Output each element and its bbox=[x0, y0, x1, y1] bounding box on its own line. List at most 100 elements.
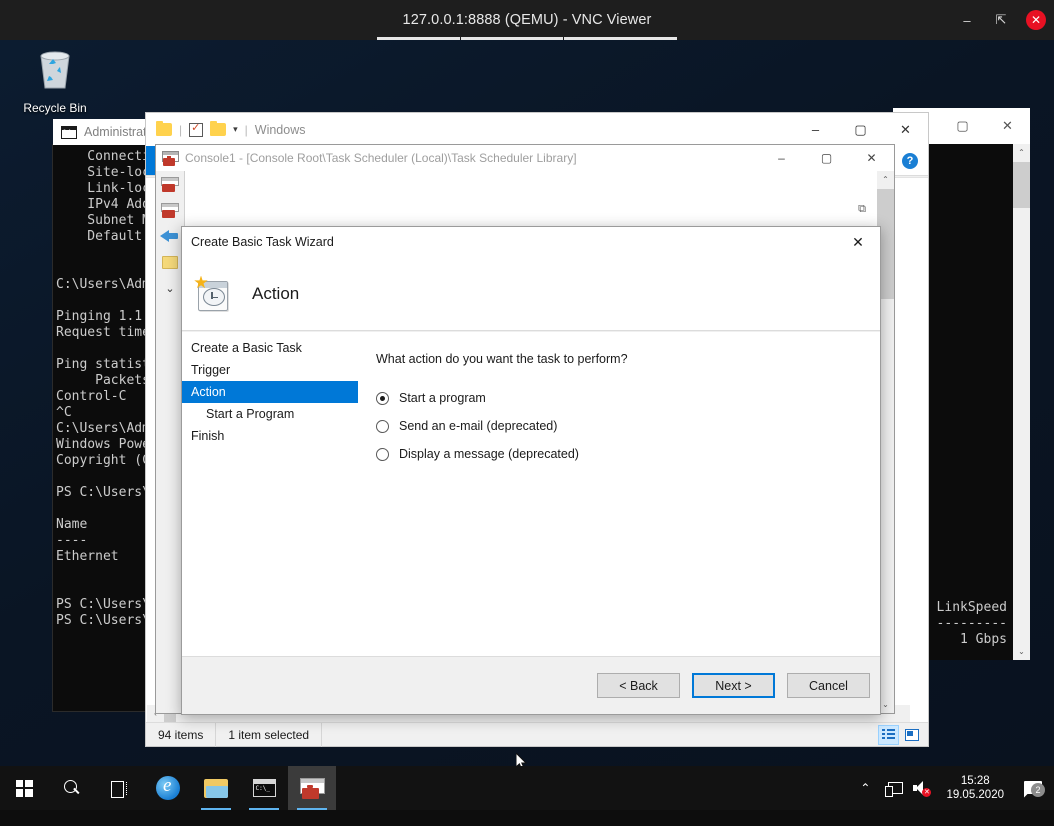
scroll-down-icon[interactable]: ⌄ bbox=[1013, 643, 1030, 660]
wizard-title: Create Basic Task Wizard bbox=[191, 235, 334, 249]
vnc-window-title: 127.0.0.1:8888 (QEMU) - VNC Viewer bbox=[402, 12, 652, 28]
running-indicator bbox=[297, 808, 327, 810]
taskbar-internet-explorer[interactable] bbox=[144, 766, 192, 810]
vnc-minimize-button[interactable]: – bbox=[958, 13, 976, 28]
wizard-step-create-a-basic-task[interactable]: Create a Basic Task bbox=[182, 337, 358, 359]
mmc-console-icon bbox=[299, 777, 325, 799]
new-folder-icon[interactable] bbox=[210, 121, 227, 136]
recycle-bin-label: Recycle Bin bbox=[23, 101, 87, 115]
task-view-icon bbox=[111, 780, 129, 798]
back-button[interactable]: < Back bbox=[597, 673, 680, 698]
taskbar-file-explorer[interactable] bbox=[192, 766, 240, 810]
explorer-close-button[interactable]: ✕ bbox=[883, 113, 928, 146]
vnc-restore-button[interactable]: ⇱ bbox=[992, 12, 1010, 28]
clock[interactable]: 15:28 19.05.2020 bbox=[936, 774, 1014, 802]
screen: 127.0.0.1:8888 (QEMU) - VNC Viewer – ⇱ ✕… bbox=[0, 0, 1054, 826]
status-selection: 1 item selected bbox=[215, 722, 321, 747]
desktop: Recycle Bin Administrator: Connectio Sit… bbox=[0, 40, 1054, 766]
powershell-close-button[interactable]: ✕ bbox=[985, 108, 1030, 144]
wizard-step-action[interactable]: Action bbox=[182, 381, 358, 403]
mmc-window-controls: – ▢ ✕ bbox=[759, 145, 894, 171]
wizard-close-button[interactable]: ✕ bbox=[836, 227, 880, 257]
search-icon bbox=[63, 779, 81, 797]
properties-icon[interactable] bbox=[189, 121, 204, 137]
network-icon bbox=[885, 781, 904, 797]
powershell-scrollbar[interactable]: ⌃ ⌄ bbox=[1013, 144, 1030, 660]
speaker-muted-icon: ✕ bbox=[913, 781, 932, 797]
radio-button-icon[interactable] bbox=[376, 447, 389, 461]
running-indicator bbox=[201, 808, 231, 810]
mmc-toolbar-folder-button[interactable] bbox=[156, 249, 184, 275]
show-hidden-icons-button[interactable]: ⌃ bbox=[852, 766, 878, 810]
scrollbar-thumb[interactable] bbox=[1013, 162, 1030, 208]
quick-access-chevron-down-icon[interactable]: ▾ bbox=[233, 124, 238, 135]
taskbar-mmc-console[interactable] bbox=[288, 766, 336, 810]
recycle-bin-icon bbox=[40, 51, 70, 89]
wizard-body: Create a Basic Task Trigger Action Start… bbox=[182, 332, 880, 656]
wizard-step-list: Create a Basic Task Trigger Action Start… bbox=[182, 332, 359, 656]
taskbar: ⌃ ✕ 15:28 19.05.2020 2 bbox=[0, 766, 1054, 810]
radio-button-icon[interactable] bbox=[376, 391, 389, 405]
wizard-footer: < Back Next > Cancel bbox=[182, 656, 880, 714]
action-center-icon: 2 bbox=[1024, 780, 1045, 797]
radio-option-start-a-program[interactable]: Start a program bbox=[376, 391, 880, 405]
wizard-step-trigger[interactable]: Trigger bbox=[182, 359, 358, 381]
next-button[interactable]: Next > bbox=[692, 673, 775, 698]
radio-option-display-a-message[interactable]: Display a message (deprecated) bbox=[376, 447, 880, 461]
explorer-titlebar: | ▾ | Windows – ▢ ✕ bbox=[146, 113, 928, 146]
mmc-maximize-button[interactable]: ▢ bbox=[804, 145, 849, 171]
large-icons-view-icon bbox=[904, 728, 919, 741]
view-mode-buttons bbox=[878, 724, 928, 745]
large-icons-view-button[interactable] bbox=[901, 725, 922, 745]
windows-logo-icon bbox=[15, 779, 33, 797]
chevron-up-icon: ⌃ bbox=[860, 781, 871, 795]
scroll-up-icon[interactable]: ⌃ bbox=[877, 171, 894, 188]
system-tray: ⌃ ✕ 15:28 19.05.2020 2 bbox=[852, 766, 1054, 810]
vnc-close-button[interactable]: ✕ bbox=[1026, 10, 1046, 30]
task-view-button[interactable] bbox=[96, 766, 144, 810]
running-indicator bbox=[249, 808, 279, 810]
volume-button[interactable]: ✕ bbox=[908, 766, 934, 810]
wizard-question: What action do you want the task to perf… bbox=[376, 352, 628, 366]
network-status-button[interactable] bbox=[880, 766, 906, 810]
mmc-toolbar-open-button[interactable] bbox=[156, 197, 184, 223]
search-button[interactable] bbox=[48, 766, 96, 810]
notification-count-badge: 2 bbox=[1031, 782, 1045, 797]
details-view-button[interactable] bbox=[878, 724, 899, 745]
mmc-toolbar: ⌄ bbox=[156, 171, 184, 713]
toolbox-icon bbox=[161, 202, 179, 218]
separator: | bbox=[179, 122, 183, 137]
separator: | bbox=[244, 122, 248, 137]
explorer-maximize-button[interactable]: ▢ bbox=[838, 113, 883, 146]
mmc-minimize-button[interactable]: – bbox=[759, 145, 804, 171]
action-center-button[interactable]: 2 bbox=[1016, 766, 1050, 810]
vnc-titlebar: 127.0.0.1:8888 (QEMU) - VNC Viewer – ⇱ ✕ bbox=[0, 0, 1054, 40]
create-basic-task-wizard-dialog[interactable]: Create Basic Task Wizard ✕ Action Create… bbox=[181, 226, 881, 715]
wizard-step-start-a-program[interactable]: Start a Program bbox=[182, 403, 358, 425]
desktop-icon-recycle-bin[interactable]: Recycle Bin bbox=[14, 48, 96, 115]
wizard-header: Action bbox=[182, 257, 880, 331]
status-spacer bbox=[321, 722, 878, 747]
radio-option-send-an-email[interactable]: Send an e-mail (deprecated) bbox=[376, 419, 880, 433]
mmc-child-restore-button[interactable]: ⧉ bbox=[858, 203, 866, 216]
taskbar-command-prompt[interactable] bbox=[240, 766, 288, 810]
scroll-up-icon[interactable]: ⌃ bbox=[1013, 144, 1030, 161]
start-button[interactable] bbox=[0, 766, 48, 810]
details-view-icon bbox=[882, 729, 895, 739]
toolbox-icon bbox=[161, 176, 179, 192]
explorer-minimize-button[interactable]: – bbox=[793, 113, 838, 146]
mmc-toolbar-more-button[interactable]: ⌄ bbox=[156, 275, 184, 301]
mmc-toolbar-new-button[interactable] bbox=[156, 171, 184, 197]
status-item-count: 94 items bbox=[158, 727, 204, 742]
help-icon[interactable]: ? bbox=[902, 152, 918, 169]
wizard-step-finish[interactable]: Finish bbox=[182, 425, 358, 447]
clock-date: 19.05.2020 bbox=[946, 789, 1004, 801]
mmc-close-button[interactable]: ✕ bbox=[849, 145, 894, 171]
powershell-maximize-button[interactable]: ▢ bbox=[940, 108, 985, 144]
mouse-cursor bbox=[516, 753, 528, 766]
wizard-pane: What action do you want the task to perf… bbox=[359, 332, 880, 656]
wizard-header-title: Action bbox=[252, 283, 300, 303]
cancel-button[interactable]: Cancel bbox=[787, 673, 870, 698]
mmc-toolbar-back-button[interactable] bbox=[156, 223, 184, 249]
radio-button-icon[interactable] bbox=[376, 419, 389, 433]
